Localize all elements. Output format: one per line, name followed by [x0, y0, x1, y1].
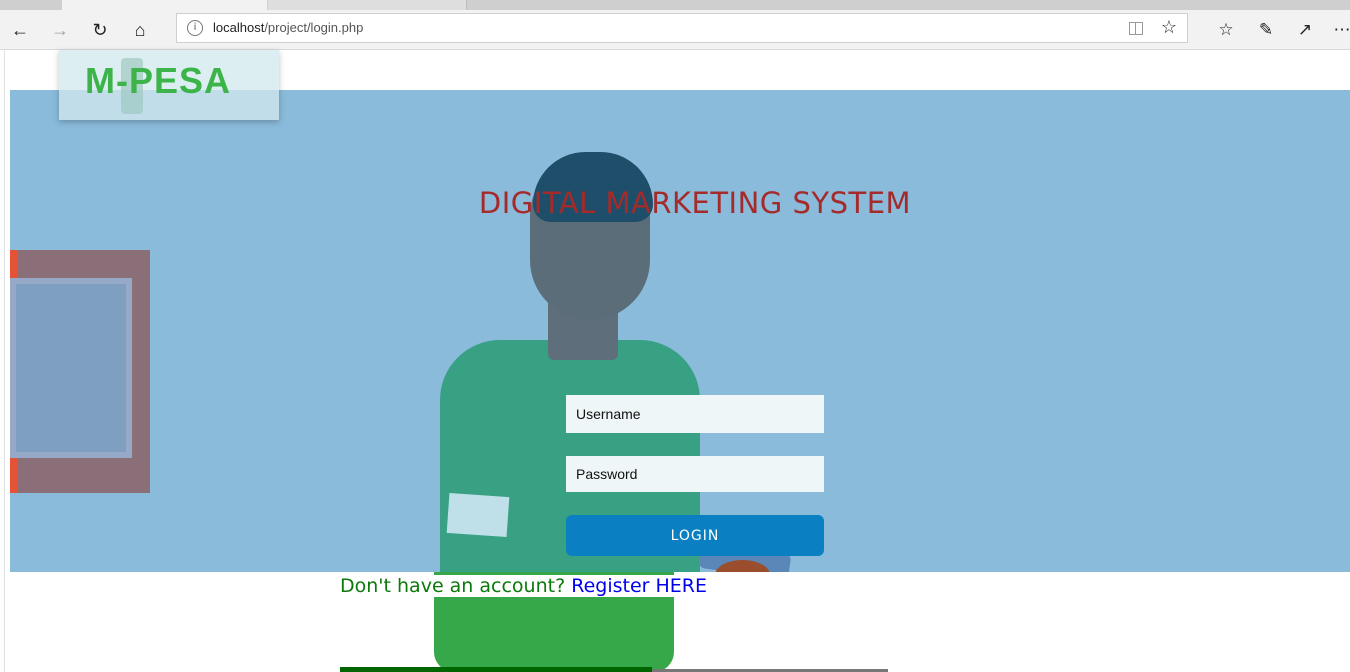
back-icon[interactable]: ← — [8, 18, 32, 42]
illustration-frame — [10, 250, 150, 493]
url-text[interactable]: localhost/project/login.php — [213, 20, 363, 35]
refresh-icon[interactable]: ↻ — [88, 18, 112, 42]
site-info-icon[interactable]: i — [187, 20, 203, 36]
browser-toolbar: ← → ↻ ⌂ i localhost/project/login.php ☆ … — [0, 10, 1350, 50]
password-input[interactable] — [566, 456, 824, 492]
logo-text: M-PESA — [85, 60, 232, 101]
share-icon[interactable]: ↗ — [1293, 18, 1317, 42]
footer-bar — [340, 667, 652, 672]
favorites-list-icon[interactable]: ☆ — [1214, 18, 1238, 42]
register-link[interactable]: Register HERE — [571, 575, 707, 597]
register-prompt: Don't have an account? Register HERE — [340, 575, 709, 597]
more-icon[interactable]: ⋯ — [1330, 18, 1350, 42]
pen-icon[interactable]: ✎ — [1254, 18, 1278, 42]
login-banner: DIGITAL MARKETING SYSTEM LOGIN — [10, 90, 1350, 572]
tab-active[interactable] — [62, 0, 267, 10]
tab-strip — [0, 0, 1350, 10]
divider — [4, 50, 5, 672]
page-title: DIGITAL MARKETING SYSTEM — [478, 186, 912, 220]
page-content: DIGITAL MARKETING SYSTEM LOGIN M-PESA Do… — [0, 50, 1350, 672]
username-input[interactable] — [566, 395, 824, 433]
tab-inactive[interactable] — [268, 0, 467, 10]
star-icon[interactable]: ☆ — [1161, 17, 1177, 38]
home-icon[interactable]: ⌂ — [128, 18, 152, 42]
logo: M-PESA — [59, 50, 279, 120]
register-question: Don't have an account? — [340, 575, 566, 597]
forward-icon[interactable]: → — [48, 18, 72, 42]
address-bar[interactable]: i localhost/project/login.php ☆ — [176, 13, 1188, 43]
login-button[interactable]: LOGIN — [566, 515, 824, 556]
book-icon[interactable] — [1129, 22, 1143, 35]
